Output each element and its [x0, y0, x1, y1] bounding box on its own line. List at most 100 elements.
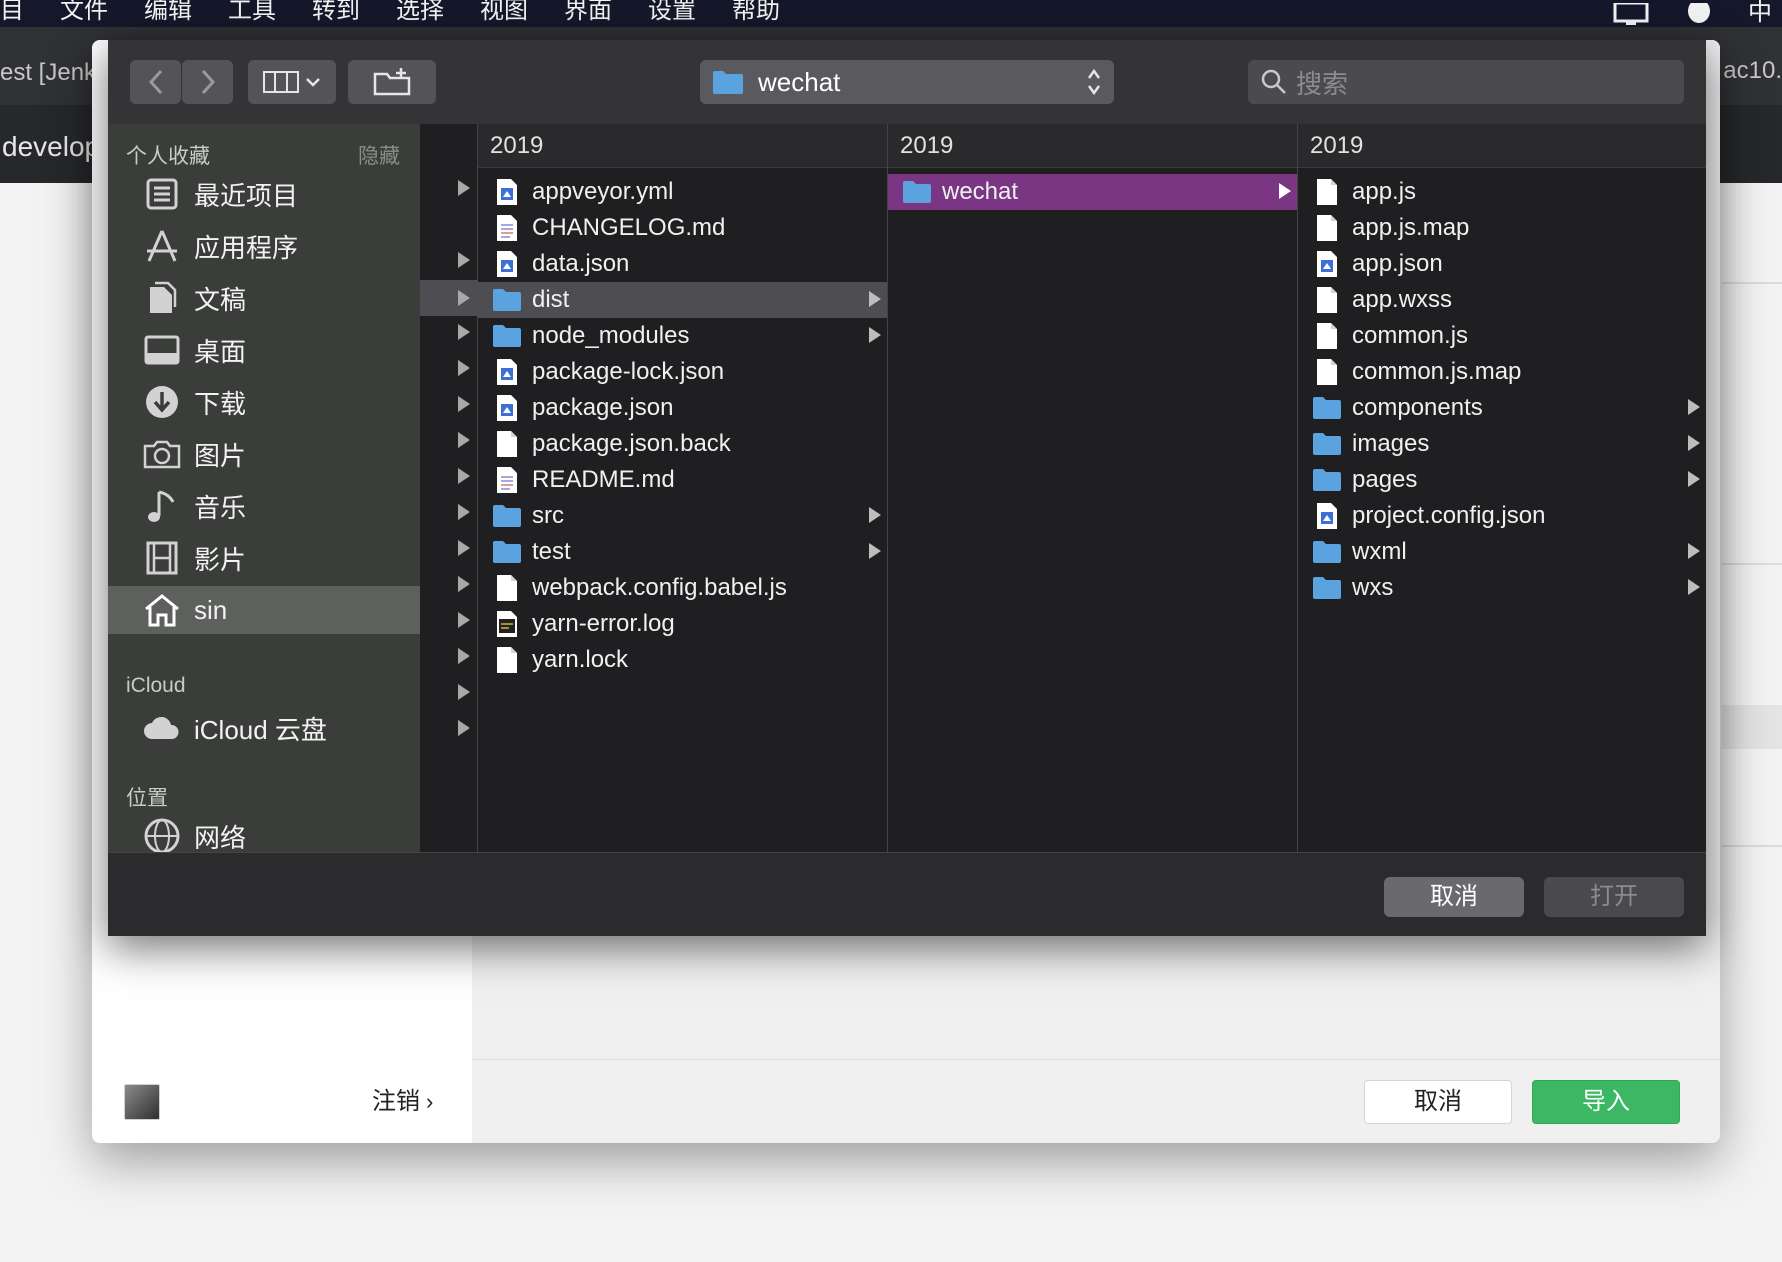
file-row-app-wxss[interactable]: app.wxss: [1298, 282, 1706, 318]
file-row-yarn-error-log[interactable]: yarn-error.log: [478, 606, 887, 642]
file-row-package-lock-json[interactable]: package-lock.json: [478, 354, 887, 390]
sidebar-item-downloads[interactable]: 下载: [108, 378, 420, 426]
column-header-label: 2019: [1310, 132, 1364, 159]
folder-icon: [902, 177, 932, 207]
menu-goto[interactable]: 转到: [312, 0, 360, 22]
file-name: package.json: [532, 394, 674, 421]
menu-help[interactable]: 帮助: [732, 0, 780, 22]
file-row-yarn-lock[interactable]: yarn.lock: [478, 642, 887, 678]
cancel-button[interactable]: 取消: [1384, 877, 1524, 917]
menu-settings[interactable]: 设置: [648, 0, 696, 22]
folder-row-src[interactable]: src: [478, 498, 887, 534]
new-folder-button[interactable]: [348, 60, 436, 104]
menu-interface[interactable]: 界面: [564, 0, 612, 22]
parent-column[interactable]: [420, 124, 478, 852]
file-name: appveyor.yml: [532, 178, 674, 205]
sidebar-item-label: 下载: [194, 388, 247, 419]
browser-column-2[interactable]: 2019 wechat: [888, 124, 1298, 852]
file-row-common-js[interactable]: common.js: [1298, 318, 1706, 354]
menu-item[interactable]: 目: [0, 0, 24, 22]
file-name: data.json: [532, 250, 630, 277]
file-name: test: [532, 538, 571, 565]
sidebar-item-documents[interactable]: 文稿: [108, 274, 420, 322]
file-icon: [492, 645, 522, 675]
file-row-app-js-map[interactable]: app.js.map: [1298, 210, 1706, 246]
display-icon[interactable]: [1612, 2, 1650, 25]
file-row-project-config-json[interactable]: project.config.json: [1298, 498, 1706, 534]
file-row-common-js-map[interactable]: common.js.map: [1298, 354, 1706, 390]
sidebar-item-desktop[interactable]: 桌面: [108, 326, 420, 374]
updown-arrows-icon: [1087, 68, 1101, 96]
back-button[interactable]: [130, 60, 181, 104]
disclosure-arrow-icon: [458, 252, 470, 268]
file-row-app-js[interactable]: app.js: [1298, 174, 1706, 210]
open-button[interactable]: 打开: [1544, 877, 1684, 917]
file-row-changelog-md[interactable]: CHANGELOG.md: [478, 210, 887, 246]
browser-column-3[interactable]: 2019 app.js app.js.map app.json app.wxss com…: [1298, 124, 1706, 852]
file-name: images: [1352, 430, 1430, 457]
columns-view-icon: [263, 71, 299, 93]
file-row-package-json-back[interactable]: package.json.back: [478, 426, 887, 462]
sidebar-item-recents[interactable]: 最近项目: [108, 170, 420, 218]
view-mode-button[interactable]: [248, 60, 336, 104]
menu-file[interactable]: 文件: [60, 0, 108, 22]
folder-icon: [492, 321, 522, 351]
chevron-right-icon: [201, 69, 215, 95]
menu-edit[interactable]: 编辑: [144, 0, 192, 22]
input-method-indicator[interactable]: 中: [1748, 0, 1772, 27]
file-row-package-json[interactable]: package.json: [478, 390, 887, 426]
folder-icon: [1312, 573, 1342, 603]
logout-link[interactable]: 注销 ›: [372, 1084, 433, 1120]
folder-row-node-modules[interactable]: node_modules: [478, 318, 887, 354]
disclosure-arrow-icon: [458, 612, 470, 628]
sidebar-item-icloud-drive[interactable]: iCloud 云盘: [108, 704, 420, 752]
file-row-app-json[interactable]: app.json: [1298, 246, 1706, 282]
sidebar-item-applications[interactable]: 应用程序: [108, 222, 420, 270]
file-name: app.json: [1352, 250, 1443, 277]
qq-icon[interactable]: [1684, 2, 1714, 25]
background-tab-label: est [Jenk: [0, 59, 97, 86]
file-row-webpack-config-babel-js[interactable]: webpack.config.babel.js: [478, 570, 887, 606]
search-placeholder: 搜索: [1296, 68, 1349, 99]
disclosure-arrow-icon: [1688, 543, 1700, 559]
folder-icon: [492, 537, 522, 567]
favorites-heading: 个人收藏: [126, 145, 210, 168]
import-button[interactable]: 导入: [1532, 1080, 1680, 1124]
search-icon: [1261, 69, 1286, 94]
sidebar-item-network[interactable]: 网络: [108, 812, 420, 852]
folder-row-wxml[interactable]: wxml: [1298, 534, 1706, 570]
sidebar-item-movies[interactable]: 影片: [108, 534, 420, 582]
folder-row-wxs[interactable]: wxs: [1298, 570, 1706, 606]
search-input[interactable]: 搜索: [1248, 60, 1684, 104]
menu-select[interactable]: 选择: [396, 0, 444, 22]
file-row-appveyor-yml[interactable]: appveyor.yml: [478, 174, 887, 210]
sidebar-item-home[interactable]: sin: [108, 586, 420, 634]
applications-icon: [142, 226, 182, 266]
folder-row-dist[interactable]: dist: [478, 282, 887, 318]
forward-button[interactable]: [182, 60, 233, 104]
sidebar-item-pictures[interactable]: 图片: [108, 430, 420, 478]
file-name: project.config.json: [1352, 502, 1546, 529]
sidebar-item-music[interactable]: 音乐: [108, 482, 420, 530]
folder-row-test[interactable]: test: [478, 534, 887, 570]
menu-view[interactable]: 视图: [480, 0, 528, 22]
file-icon: [1312, 213, 1342, 243]
folder-row-wechat[interactable]: wechat: [888, 174, 1297, 210]
json-file-icon: [492, 177, 522, 207]
documents-icon: [142, 278, 182, 318]
import-cancel-button[interactable]: 取消: [1364, 1080, 1512, 1124]
file-name: wxs: [1352, 574, 1394, 601]
folder-row-pages[interactable]: pages: [1298, 462, 1706, 498]
file-row-readme-md[interactable]: README.md: [478, 462, 887, 498]
folder-row-images[interactable]: images: [1298, 426, 1706, 462]
avatar[interactable]: [124, 1084, 160, 1120]
sidebar: 个人收藏 隐藏 最近项目 应用程序 文稿 桌面 下载 图片 音乐 影片 sin …: [108, 124, 420, 852]
hide-favorites-button[interactable]: 隐藏: [358, 140, 400, 170]
folder-row-components[interactable]: components: [1298, 390, 1706, 426]
file-name: wxml: [1352, 538, 1407, 565]
background-branch-label: develop: [2, 131, 101, 162]
browser-column-1[interactable]: 2019 appveyor.yml CHANGELOG.md data.json di…: [478, 124, 888, 852]
menu-tools[interactable]: 工具: [228, 0, 276, 22]
path-popup-button[interactable]: wechat: [700, 60, 1114, 104]
file-row-data-json[interactable]: data.json: [478, 246, 887, 282]
